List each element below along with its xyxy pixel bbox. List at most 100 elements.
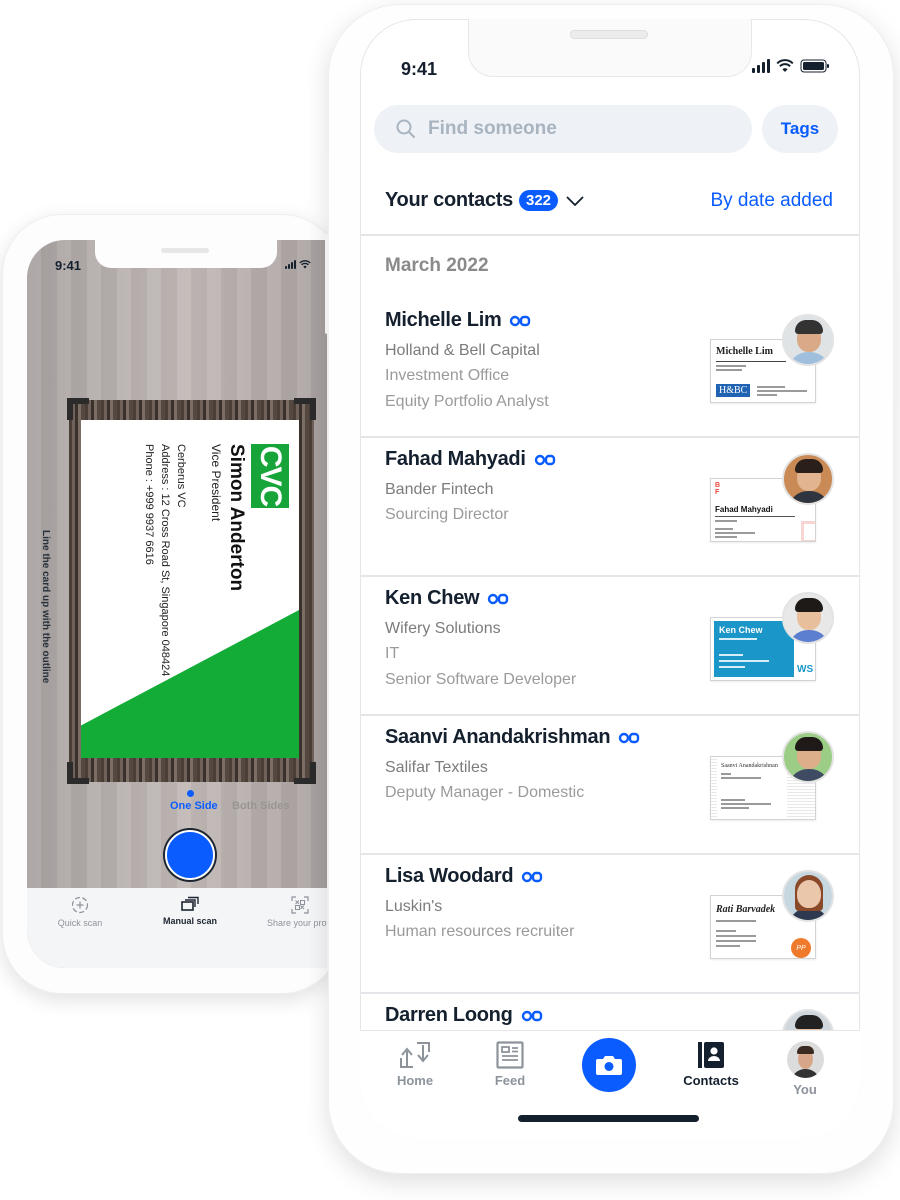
nav-you[interactable]: You: [765, 1041, 845, 1097]
mini-card-logo: H&BC: [716, 384, 751, 397]
phone-side-button: [893, 274, 897, 404]
card-phone: Phone : +999 9937 6616: [143, 444, 155, 565]
wifi-icon: [776, 59, 794, 72]
business-card-thumbnail[interactable]: Ken Chew WS: [710, 587, 835, 681]
divider: [360, 234, 860, 236]
frame-corner: [294, 398, 316, 420]
phone-side-button: [325, 154, 329, 214]
contact-company: Wifery Solutions: [385, 620, 501, 637]
option-both-sides[interactable]: Both Sides: [232, 800, 289, 812]
contact-department: IT: [385, 645, 400, 662]
home-indicator: [518, 1115, 699, 1122]
signal-icon: [752, 59, 770, 73]
business-card-thumbnail[interactable]: Michelle Lim H&BC: [710, 309, 835, 403]
tab-label: Share your profil: [266, 918, 327, 928]
contacts-title: Your contacts: [385, 189, 513, 211]
card-address: Address : 12 Cross Road St, Singapore 04…: [159, 444, 171, 677]
business-card-thumbnail[interactable]: BF Fahad Mahyadi: [710, 448, 835, 542]
speaker: [161, 248, 209, 253]
search-placeholder: Find someone: [428, 118, 557, 139]
feed-icon: [496, 1041, 524, 1069]
mini-card-logo: PP: [791, 938, 811, 958]
scan-camera-button[interactable]: [582, 1038, 636, 1092]
business-card-thumbnail[interactable]: Saanvi Anandakrishnan: [710, 726, 835, 820]
scanned-business-card: CVC Simon Anderton Vice President Cerber…: [81, 420, 299, 758]
frame-corner: [67, 762, 89, 784]
contact-photo: [782, 314, 834, 366]
wifi-icon: [299, 260, 311, 269]
nav-label: Contacts: [683, 1073, 739, 1088]
nav-feed[interactable]: Feed: [470, 1041, 550, 1088]
section-month-label: March 2022: [385, 255, 489, 276]
mini-card-name: Michelle Lim: [716, 346, 773, 357]
tab-manual-scan[interactable]: Manual scan: [145, 896, 235, 926]
mini-card-name: Rati Barvadek: [716, 904, 776, 915]
tab-label: Quick scan: [57, 918, 103, 928]
tab-share-profile[interactable]: Share your profil: [255, 896, 327, 928]
contact-name: Saanvi Anandakrishman: [385, 726, 611, 748]
option-one-side[interactable]: One Side: [170, 800, 218, 812]
contact-row[interactable]: Michelle Lim Holland & Bell Capital Inve…: [360, 299, 860, 438]
status-time: 9:41: [55, 258, 82, 273]
mini-card-name: Fahad Mahyadi: [715, 505, 773, 514]
contact-position: Equity Portfolio Analyst: [385, 393, 549, 410]
linked-icon: [510, 315, 531, 326]
frame-corner: [294, 762, 316, 784]
contact-name: Ken Chew: [385, 587, 480, 609]
contacts-screen: 9:41 Find someone Tags Your contacts 322…: [360, 19, 860, 1139]
sort-by-date-link[interactable]: By date added: [710, 190, 833, 212]
contact-photo: [782, 870, 834, 922]
scanner-tab-bar: Quick scan Manual scan Share your profil: [27, 888, 327, 968]
tab-quick-scan[interactable]: Quick scan: [35, 896, 125, 928]
camera-icon: [596, 1056, 622, 1075]
contact-company: Luskin's: [385, 898, 443, 915]
contact-name: Michelle Lim: [385, 309, 502, 331]
chevron-down-icon[interactable]: [566, 195, 584, 206]
mini-card-name: Ken Chew: [719, 625, 763, 635]
nav-label: Home: [396, 1073, 434, 1088]
contact-position: Human resources recruiter: [385, 923, 575, 940]
contact-company: Salifar Textiles: [385, 759, 488, 776]
contact-row[interactable]: Fahad Mahyadi Bander Fintech Sourcing Di…: [360, 438, 860, 577]
contacts-header[interactable]: Your contacts 322: [385, 189, 584, 212]
bottom-navigation: Home Feed Contacts You: [360, 1030, 860, 1139]
home-transfer-icon: [400, 1042, 430, 1068]
card-logo: CVC: [251, 444, 289, 508]
contact-name: Lisa Woodard: [385, 865, 514, 887]
contact-photo: [782, 731, 834, 783]
linked-icon: [488, 593, 509, 604]
search-icon: [396, 119, 415, 138]
contact-photo: [782, 453, 834, 505]
scanner-phone: 9:41 CVC Simon Anderton Vice President C…: [2, 214, 342, 994]
contact-position: Senior Software Developer: [385, 671, 577, 688]
nav-contacts[interactable]: Contacts: [671, 1041, 751, 1088]
contact-position: Sourcing Director: [385, 506, 509, 523]
nav-label: Feed: [494, 1073, 526, 1088]
shutter-button[interactable]: [165, 830, 215, 880]
speaker: [570, 30, 648, 39]
tags-button[interactable]: Tags: [762, 105, 838, 153]
contact-row[interactable]: Lisa Woodard Luskin's Human resources re…: [360, 855, 860, 994]
card-company: Cerberus VC: [175, 444, 187, 508]
signal-icon: [285, 260, 296, 269]
phone-side-button: [325, 234, 329, 334]
contact-company: Bander Fintech: [385, 481, 494, 498]
contact-photo: [782, 592, 834, 644]
contact-name: Darren Loong: [385, 1004, 513, 1026]
search-input[interactable]: Find someone: [374, 105, 752, 153]
contact-name: Fahad Mahyadi: [385, 448, 526, 470]
phone-notch: [469, 19, 751, 76]
contact-row[interactable]: Saanvi Anandakrishman Salifar Textiles D…: [360, 716, 860, 855]
nav-label: You: [793, 1082, 817, 1097]
status-time: 9:41: [401, 59, 438, 79]
business-card-thumbnail[interactable]: Rati Barvadek PP: [710, 865, 835, 959]
qr-code-icon: [291, 896, 309, 914]
contact-row[interactable]: Ken Chew Wifery Solutions IT Senior Soft…: [360, 577, 860, 716]
tab-label: Manual scan: [162, 916, 218, 926]
contact-position: Deputy Manager - Domestic: [385, 784, 585, 801]
contact-count-badge: 322: [518, 190, 559, 211]
nav-home[interactable]: Home: [375, 1041, 455, 1088]
status-icons: [285, 260, 311, 269]
scanner-screen: 9:41 CVC Simon Anderton Vice President C…: [27, 240, 327, 968]
contacts-book-icon: [698, 1042, 724, 1068]
